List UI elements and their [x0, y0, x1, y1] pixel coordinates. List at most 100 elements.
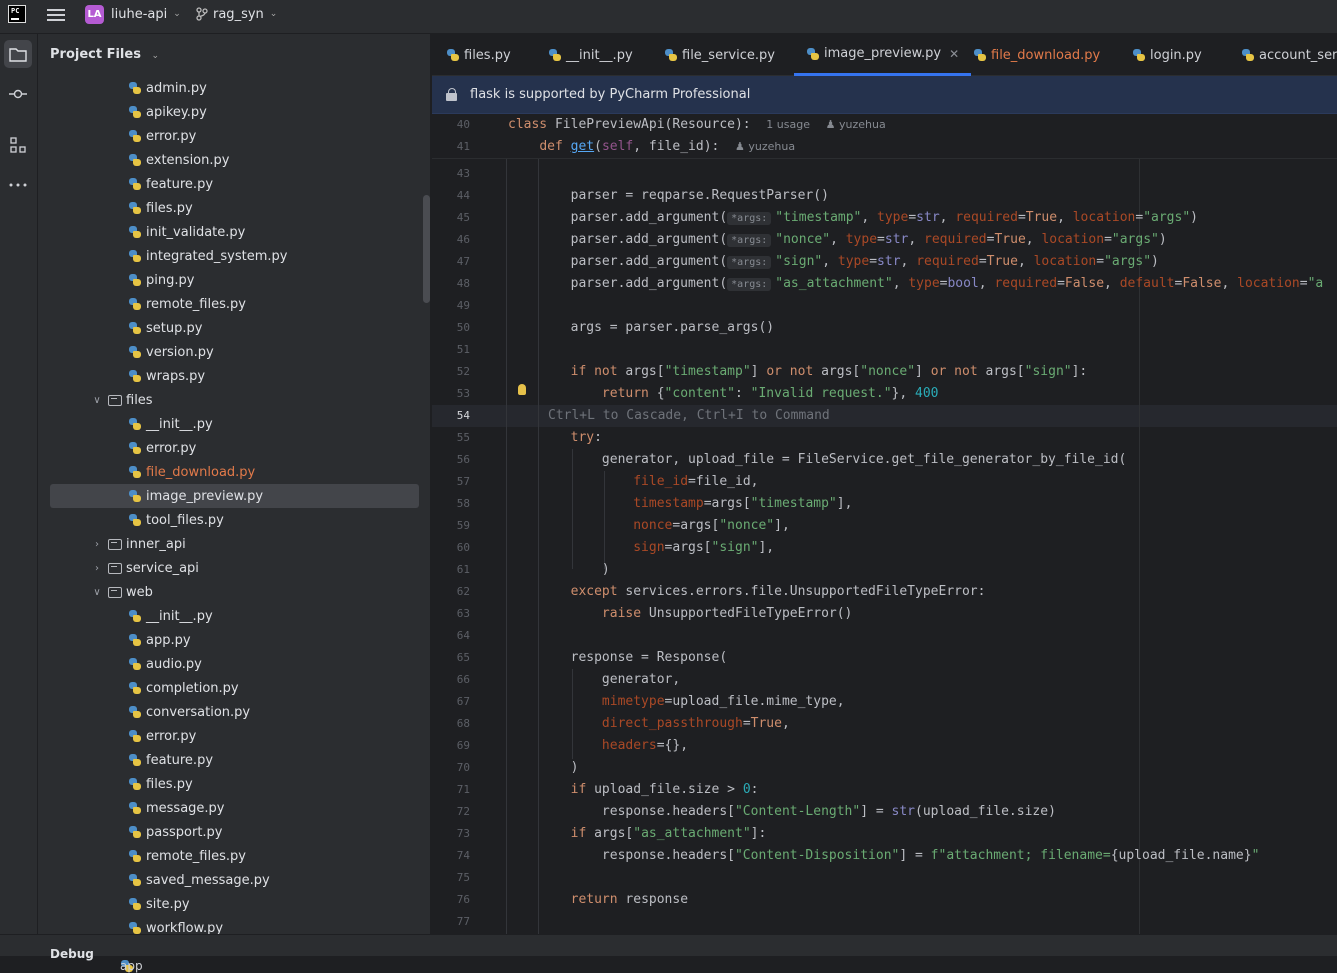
chevron-down-icon: ⌄	[151, 51, 160, 61]
code-line-45: parser.add_argument(*args: "timestamp", t…	[508, 210, 1198, 225]
more-tools-icon[interactable]	[4, 171, 32, 199]
line-number: 49	[456, 299, 470, 312]
run-config-label: app	[120, 959, 143, 973]
tree-file[interactable]: tool_files.py	[38, 508, 430, 532]
code-line-69: headers={},	[601, 738, 689, 753]
author-hint: ♟ yuzehua	[825, 118, 886, 131]
project-folder-icon[interactable]	[4, 40, 32, 68]
tree-file[interactable]: __init__.py	[38, 604, 430, 628]
chevron-down-icon[interactable]: ∨	[90, 395, 104, 406]
code-line-40: class FilePreviewApi(Resource): 1 usage …	[508, 117, 886, 132]
folder-icon	[108, 586, 122, 598]
project-selector[interactable]: LA liuhe-api ⌄	[85, 4, 181, 24]
tree-file[interactable]: admin.py	[38, 76, 430, 100]
tree-file[interactable]: ping.py	[38, 268, 430, 292]
editor-tab[interactable]: __init__.py	[548, 34, 633, 76]
tree-file[interactable]: message.py	[38, 796, 430, 820]
tree-file[interactable]: audio.py	[38, 652, 430, 676]
python-file-icon	[128, 249, 142, 263]
tree-file[interactable]: init_validate.py	[38, 220, 430, 244]
tree-file[interactable]: feature.py	[38, 748, 430, 772]
structure-icon[interactable]	[4, 131, 32, 159]
tree-file[interactable]: remote_files.py	[38, 844, 430, 868]
tree-item-label: ping.py	[146, 272, 195, 288]
editor-tab[interactable]: file_service.py	[664, 34, 775, 76]
chevron-down-icon: ⌄	[269, 9, 278, 19]
tree-file[interactable]: saved_message.py	[38, 868, 430, 892]
tree-item-label: feature.py	[146, 752, 214, 768]
tree-file[interactable]: setup.py	[38, 316, 430, 340]
editor-tab[interactable]: image_preview.py ✕	[794, 34, 972, 76]
tree-item-label: service_api	[126, 560, 199, 576]
tree-file[interactable]: workflow.py	[38, 916, 430, 934]
tree-file[interactable]: __init__.py	[38, 412, 430, 436]
tree-file[interactable]: image_preview.py	[50, 484, 419, 508]
tree-file[interactable]: error.py	[38, 124, 430, 148]
code-line-48: parser.add_argument(*args: "as_attachment…	[508, 276, 1324, 291]
python-file-icon	[806, 47, 820, 61]
tree-item-label: extension.py	[146, 152, 230, 168]
tree-folder[interactable]: › inner_api	[38, 532, 430, 556]
tree-item-label: image_preview.py	[146, 488, 264, 504]
python-file-icon	[128, 273, 142, 287]
project-scrollbar[interactable]	[423, 195, 430, 303]
tree-file[interactable]: conversation.py	[38, 700, 430, 724]
debug-tab[interactable]: Debug	[50, 947, 94, 961]
tree-file[interactable]: passport.py	[38, 820, 430, 844]
tree-file[interactable]: extension.py	[38, 148, 430, 172]
chevron-right-icon[interactable]: ›	[90, 539, 104, 550]
commit-icon[interactable]	[4, 80, 32, 108]
tree-file[interactable]: integrated_system.py	[38, 244, 430, 268]
inlay-hint: *args:	[727, 212, 772, 225]
tree-file[interactable]: file_download.py	[38, 460, 430, 484]
tree-file[interactable]: files.py	[38, 772, 430, 796]
line-number: 77	[456, 915, 470, 928]
chevron-down-icon[interactable]: ∨	[90, 587, 104, 598]
tree-file[interactable]: error.py	[38, 436, 430, 460]
folder-icon	[108, 538, 122, 550]
tree-file[interactable]: files.py	[38, 196, 430, 220]
tree-file[interactable]: wraps.py	[38, 364, 430, 388]
usage-hint[interactable]: 1 usage	[766, 118, 810, 131]
pycharm-app-icon[interactable]: PC	[8, 5, 26, 23]
tree-file[interactable]: site.py	[38, 892, 430, 916]
line-number: 56	[456, 453, 470, 466]
branch-name: rag_syn	[213, 6, 264, 22]
git-branch-icon	[196, 7, 208, 21]
author-name: yuzehua	[839, 118, 886, 131]
folder-icon	[108, 562, 122, 574]
project-panel-header[interactable]: Project Files ⌄	[50, 47, 159, 62]
branch-selector[interactable]: rag_syn ⌄	[196, 4, 277, 24]
python-file-icon	[128, 177, 142, 191]
python-file-icon	[128, 921, 142, 934]
plugin-banner: flask is supported by PyCharm Profession…	[432, 76, 1337, 114]
code-line-76: return response	[570, 892, 689, 907]
tree-folder[interactable]: › service_api	[38, 556, 430, 580]
python-file-icon	[128, 777, 142, 791]
tree-item-label: init_validate.py	[146, 224, 246, 240]
tree-file[interactable]: apikey.py	[38, 100, 430, 124]
tree-file[interactable]: error.py	[38, 724, 430, 748]
tree-folder[interactable]: ∨ files	[38, 388, 430, 412]
chevron-right-icon[interactable]: ›	[90, 563, 104, 574]
code-editor[interactable]: 40 41 43 44 45 46 47 48 49 50 51 52 53 54 55 56 57 58 59 60…	[432, 114, 1337, 934]
tree-item-label: apikey.py	[146, 104, 207, 120]
python-file-icon	[128, 897, 142, 911]
line-number: 64	[456, 629, 470, 642]
tree-file[interactable]: remote_files.py	[38, 292, 430, 316]
editor-tab[interactable]: file_download.py	[973, 34, 1100, 76]
line-number: 63	[456, 607, 470, 620]
tree-file[interactable]: version.py	[38, 340, 430, 364]
editor-tab[interactable]: files.py	[446, 34, 511, 76]
main-menu-icon[interactable]	[47, 7, 65, 23]
tree-file[interactable]: completion.py	[38, 676, 430, 700]
tree-item-label: web	[126, 584, 153, 600]
tree-folder[interactable]: ∨ web	[38, 580, 430, 604]
line-number: 55	[456, 431, 470, 444]
editor-tab[interactable]: account_serv	[1241, 34, 1337, 76]
tree-file[interactable]: feature.py	[38, 172, 430, 196]
editor-tab[interactable]: login.py	[1132, 34, 1202, 76]
tree-file[interactable]: app.py	[38, 628, 430, 652]
close-icon[interactable]: ✕	[949, 47, 959, 61]
tree-item-label: site.py	[146, 896, 190, 912]
